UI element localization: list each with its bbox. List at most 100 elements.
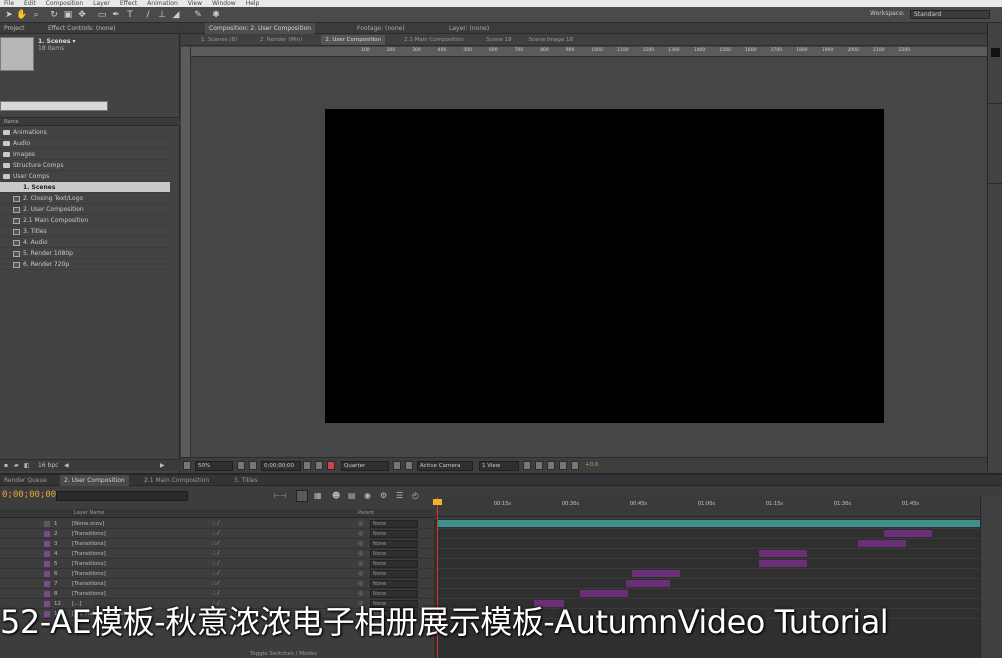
pickwhip-icon[interactable]: ◎: [358, 569, 363, 579]
menu-item-layer[interactable]: Layer: [93, 0, 110, 7]
label-color-swatch[interactable]: [44, 521, 50, 527]
layer-switches[interactable]: ∴ ⁄: [212, 519, 219, 529]
label-color-swatch[interactable]: [44, 531, 50, 537]
parent-dropdown[interactable]: None: [370, 580, 418, 588]
label-color-swatch[interactable]: [44, 561, 50, 567]
timeline-search-input[interactable]: [56, 491, 188, 501]
clone-icon[interactable]: ⊥: [156, 9, 168, 21]
camera-icon[interactable]: ▣: [62, 9, 74, 21]
type-icon[interactable]: T: [124, 9, 136, 21]
resolution-dropdown[interactable]: Quarter: [341, 461, 389, 471]
region-of-interest-icon[interactable]: [393, 461, 401, 470]
menu-item-view[interactable]: View: [188, 0, 202, 7]
flowchart-icon[interactable]: [559, 461, 567, 470]
timeline-icon[interactable]: [547, 461, 555, 470]
tab-project[interactable]: Project: [0, 23, 29, 34]
select-icon[interactable]: ➤: [3, 9, 15, 21]
layer-duration-bar[interactable]: [858, 540, 906, 547]
exposure-reset-icon[interactable]: [571, 461, 579, 470]
brush-icon[interactable]: /: [142, 9, 154, 21]
project-item[interactable]: 4. Audio: [0, 237, 170, 248]
time-ruler[interactable]: 00:15s 00:30s 00:45s 01:00s 01:15s 01:30s 01:4…: [434, 497, 980, 517]
layer-row[interactable]: 4 [Transitions] ∴ ⁄ ◎ None: [0, 549, 434, 559]
layer-name[interactable]: [Transitions]: [72, 529, 106, 539]
label-color-swatch[interactable]: [44, 581, 50, 587]
layer-duration-bar[interactable]: [580, 590, 628, 597]
snapshot-icon[interactable]: [303, 461, 311, 470]
menu-item-composition[interactable]: Composition: [46, 0, 83, 7]
parent-dropdown[interactable]: None: [370, 520, 418, 528]
parent-dropdown[interactable]: None: [370, 560, 418, 568]
timeline-timecode[interactable]: 0;00;00;00: [2, 490, 56, 500]
layer-row[interactable]: 6 [Transitions] ∴ ⁄ ◎ None: [0, 569, 434, 579]
tab-composition[interactable]: Composition: 2. User Composition: [205, 23, 316, 34]
layer-row[interactable]: 7 [Transitions] ∴ ⁄ ◎ None: [0, 579, 434, 589]
tab-layer[interactable]: Layer: (none): [445, 23, 493, 34]
workspace-dropdown[interactable]: Standard: [910, 10, 990, 19]
project-item[interactable]: 2. Closing Text/Logo: [0, 193, 170, 204]
tab-user-composition[interactable]: 2. User Composition: [60, 475, 129, 486]
show-snapshot-icon[interactable]: [315, 461, 323, 470]
layer-name[interactable]: [None.mov]: [72, 519, 104, 529]
fast-preview-icon[interactable]: [535, 461, 543, 470]
tab-render-queue[interactable]: Render Queue: [0, 475, 51, 486]
transparency-grid-icon[interactable]: [405, 461, 413, 470]
parent-dropdown[interactable]: None: [370, 570, 418, 578]
project-item[interactable]: 2. User Composition: [0, 204, 170, 215]
live-update-icon[interactable]: [296, 490, 308, 502]
layer-row[interactable]: 1 [None.mov] ∴ ⁄ ◎ None: [0, 519, 434, 529]
layer-row[interactable]: 3 [Transitions] ∴ ⁄ ◎ None: [0, 539, 434, 549]
project-item[interactable]: 3. Titles: [0, 226, 170, 237]
project-item[interactable]: 5. Render 1080p: [0, 248, 170, 259]
interpret-footage-icon[interactable]: ▪: [4, 460, 8, 472]
comp-subtab[interactable]: Scene Image 18: [525, 35, 578, 45]
bit-depth[interactable]: 16 bpc: [38, 460, 58, 472]
project-item[interactable]: 2.1 Main Composition: [0, 215, 170, 226]
grid-icon[interactable]: [249, 461, 257, 470]
tab-effect-controls[interactable]: Effect Controls: (none): [44, 23, 120, 34]
label-color-swatch[interactable]: [44, 551, 50, 557]
layer-duration-bar[interactable]: [884, 530, 932, 537]
pickwhip-icon[interactable]: ◎: [358, 539, 363, 549]
project-search-input[interactable]: [0, 101, 108, 111]
layer-row[interactable]: 2 [Transitions] ∴ ⁄ ◎ None: [0, 529, 434, 539]
trash-icon[interactable]: ◀: [64, 460, 69, 472]
draft-3d-icon[interactable]: ▦: [314, 491, 322, 500]
menu-item-window[interactable]: Window: [212, 0, 236, 7]
project-item[interactable]: Animations: [0, 127, 170, 138]
parent-dropdown[interactable]: None: [370, 550, 418, 558]
menu-item-file[interactable]: File: [4, 0, 14, 7]
new-folder-icon[interactable]: ▰: [14, 460, 19, 472]
pan-behind-icon[interactable]: ✥: [76, 9, 88, 21]
always-preview-icon[interactable]: [183, 461, 191, 470]
col-parent[interactable]: Parent: [358, 509, 374, 518]
track-row[interactable]: [434, 569, 980, 579]
project-item[interactable]: Structure Comps: [0, 160, 170, 171]
zoom-icon[interactable]: ⌕: [30, 9, 42, 21]
motion-blur-icon[interactable]: ◉: [364, 491, 371, 500]
parent-dropdown[interactable]: None: [370, 540, 418, 548]
layer-name[interactable]: [Transitions]: [72, 539, 106, 549]
label-color-swatch[interactable]: [44, 541, 50, 547]
track-row[interactable]: [434, 559, 980, 569]
scroll-right-icon[interactable]: ▶: [160, 460, 165, 472]
views-dropdown[interactable]: 1 View: [479, 461, 519, 471]
layer-name[interactable]: [Transitions]: [72, 579, 106, 589]
new-comp-icon[interactable]: ◧: [24, 460, 30, 472]
label-color-swatch[interactable]: [44, 571, 50, 577]
track-row[interactable]: [434, 579, 980, 589]
menu-item-animation[interactable]: Animation: [147, 0, 178, 7]
layer-duration-bar[interactable]: [759, 550, 807, 557]
frame-blending-icon[interactable]: ▤: [348, 491, 356, 500]
rotate-icon[interactable]: ↻: [48, 9, 60, 21]
hand-icon[interactable]: ✋: [16, 9, 28, 21]
selected-item-name[interactable]: 1. Scenes ▾: [38, 38, 76, 45]
project-item[interactable]: 1. Scenes: [0, 182, 170, 193]
layer-name[interactable]: [Transitions]: [72, 559, 106, 569]
layer-switches[interactable]: ∴ ⁄: [212, 549, 219, 559]
zoom-dropdown[interactable]: 50%: [195, 461, 233, 471]
layer-duration-bar[interactable]: [632, 570, 680, 577]
brainstorm-icon[interactable]: ⚙: [380, 491, 387, 500]
tab-footage[interactable]: Footage: (none): [353, 23, 409, 34]
col-layer-name[interactable]: Layer Name: [74, 509, 104, 518]
